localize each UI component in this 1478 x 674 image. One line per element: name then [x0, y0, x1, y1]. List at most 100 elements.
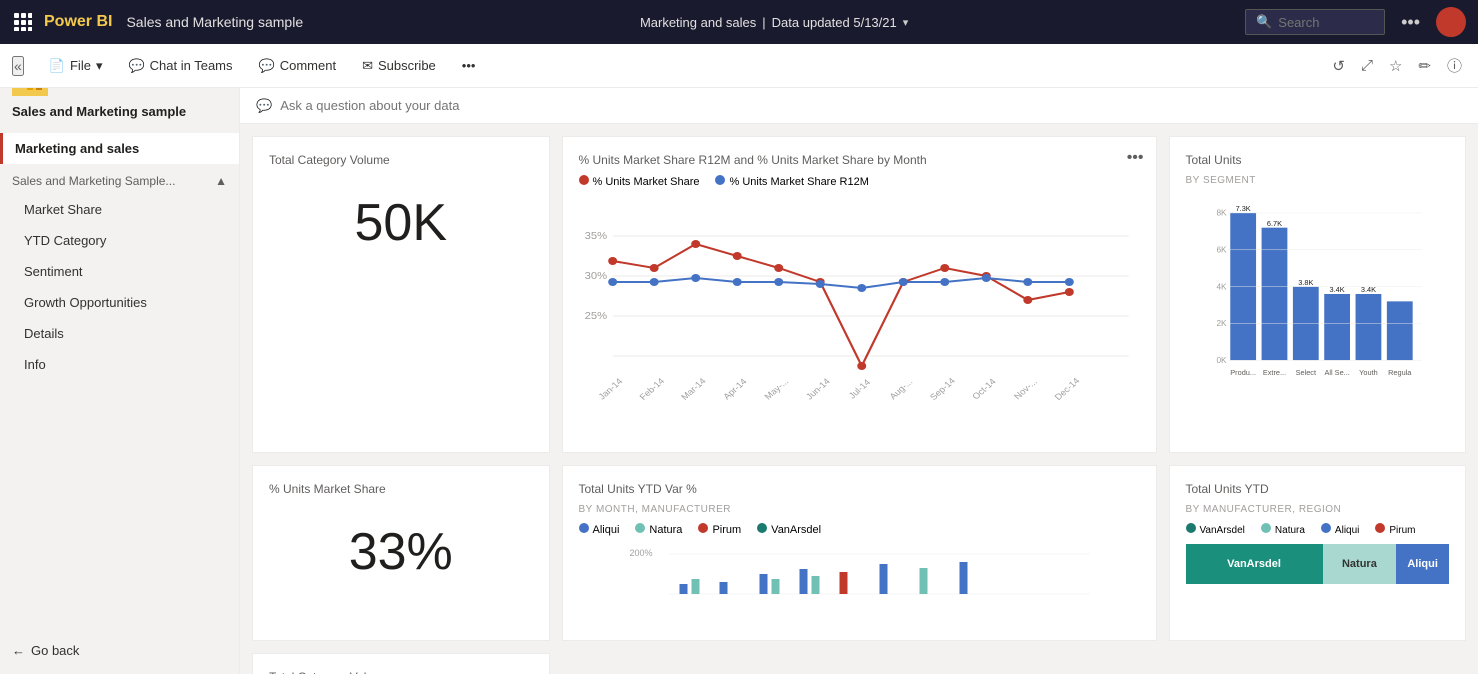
svg-text:Regula: Regula — [1388, 368, 1412, 377]
chart-legend: % Units Market Share % Units Market Shar… — [579, 175, 1140, 188]
legend-pirum-2: Pirum — [1375, 523, 1415, 536]
sidebar-item-details[interactable]: Details — [0, 318, 239, 349]
svg-text:3.8K: 3.8K — [1298, 278, 1313, 287]
chevron-down-icon[interactable]: ▾ — [903, 16, 909, 29]
ytd-subtitle: BY MANUFACTURER, REGION — [1186, 504, 1450, 515]
legend-pirum: Pirum — [698, 523, 741, 536]
ytd-var-title: Total Units YTD Var % — [579, 482, 1140, 496]
chart-title: % Units Market Share R12M and % Units Ma… — [579, 153, 1140, 167]
svg-text:200%: 200% — [629, 548, 652, 558]
svg-text:Jul-14: Jul-14 — [846, 378, 872, 401]
qa-input[interactable] — [280, 98, 1462, 113]
waffle-menu[interactable] — [12, 11, 34, 33]
file-icon: 📄 — [49, 58, 65, 74]
chat-in-teams-button[interactable]: 💬 Chat in Teams — [119, 53, 241, 79]
legend-vanarsdel: VanArsdel — [757, 523, 821, 536]
line-chart-container: 35% 30% 25% — [579, 196, 1140, 436]
refresh-button[interactable]: ↺ — [1328, 53, 1349, 79]
svg-text:6.7K: 6.7K — [1266, 219, 1281, 228]
treemap-vanarsdel: VanArsdel — [1186, 544, 1323, 584]
search-box[interactable]: 🔍 — [1245, 9, 1385, 35]
svg-text:30%: 30% — [584, 271, 607, 282]
search-input[interactable] — [1278, 15, 1378, 30]
fullscreen-button[interactable]: ⤢ — [1357, 53, 1377, 78]
sidebar-item-info[interactable]: Info — [0, 349, 239, 380]
search-icon: 🔍 — [1256, 14, 1272, 30]
more-options-button[interactable]: ••• — [1401, 12, 1420, 33]
ums-value: 33% — [269, 512, 533, 592]
toolbar: « 📄 File ▾ 💬 Chat in Teams 💬 Comment ✉ S… — [0, 44, 1478, 88]
ytd-title: Total Units YTD — [1186, 482, 1450, 496]
bar-chart-container: 8K 6K 4K 2K 0K 7.3K Produ... 6.7K Extre.… — [1186, 194, 1450, 394]
svg-text:Sep-14: Sep-14 — [927, 376, 956, 402]
sidebar-item-ytd-category[interactable]: YTD Category — [0, 225, 239, 256]
svg-text:Jun-14: Jun-14 — [803, 377, 831, 402]
units-ytd-var-card: Total Units YTD Var % BY MONTH, MANUFACT… — [562, 465, 1157, 641]
top-nav: Power BI Sales and Marketing sample Mark… — [0, 0, 1478, 44]
treemap-natura: Natura — [1323, 544, 1397, 584]
active-page-item[interactable]: Marketing and sales — [0, 133, 239, 164]
svg-text:Produ...: Produ... — [1230, 368, 1256, 377]
main-content: Total Category Volume 50K % Units Market… — [240, 124, 1478, 674]
arrow-left-icon: ← — [12, 643, 25, 658]
ytd-var-svg: 200% — [579, 544, 1140, 634]
svg-text:Nov-...: Nov-... — [1011, 377, 1038, 401]
sidebar-item-market-share[interactable]: Market Share — [0, 194, 239, 225]
qa-icon: 💬 — [256, 98, 272, 114]
legend-natura: Natura — [635, 523, 682, 536]
total-units-ytd-card: Total Units YTD BY MANUFACTURER, REGION … — [1169, 465, 1467, 641]
market-share-chart-card: % Units Market Share R12M and % Units Ma… — [562, 136, 1157, 453]
svg-text:Youth: Youth — [1359, 368, 1378, 377]
legend-aliqui: Aliqui — [579, 523, 620, 536]
edit-button[interactable]: ✏ — [1414, 53, 1435, 79]
avatar[interactable] — [1436, 7, 1466, 37]
svg-text:Aug-...: Aug-... — [887, 377, 914, 401]
svg-text:Extre...: Extre... — [1262, 368, 1285, 377]
tcv2-title: Total Category Volume — [269, 670, 533, 674]
more-toolbar-button[interactable]: ••• — [453, 53, 485, 78]
total-category-volume-2-card: Total Category Volume 16K — [252, 653, 550, 674]
legend-vanarsdel-2: VanArsdel — [1186, 523, 1245, 536]
chart-more-icon[interactable]: ••• — [1127, 149, 1144, 167]
units-market-share-card: % Units Market Share 33% — [252, 465, 550, 641]
svg-text:35%: 35% — [584, 231, 607, 242]
svg-text:7.3K: 7.3K — [1235, 204, 1250, 213]
section-header[interactable]: Sales and Marketing Sample... ▲ — [0, 164, 239, 194]
ytd-var-subtitle: BY MONTH, MANUFACTURER — [579, 504, 1140, 515]
qa-bar: 💬 — [240, 88, 1478, 124]
info-button[interactable]: ⓘ — [1443, 51, 1466, 80]
sidebar-item-sentiment[interactable]: Sentiment — [0, 256, 239, 287]
ytd-legend: Aliqui Natura Pirum VanArsdel — [579, 523, 1140, 536]
svg-text:0K: 0K — [1216, 355, 1227, 365]
report-name: Sales and Marketing sample — [126, 14, 303, 30]
svg-text:Apr-14: Apr-14 — [721, 377, 749, 402]
svg-text:2K: 2K — [1216, 318, 1227, 328]
go-back-button[interactable]: ← Go back — [12, 643, 79, 658]
separator: | — [762, 15, 765, 30]
legend-natura-2: Natura — [1261, 523, 1305, 536]
svg-text:8K: 8K — [1216, 208, 1227, 218]
bookmark-button[interactable]: ☆ — [1385, 53, 1406, 79]
svg-text:All Se...: All Se... — [1324, 368, 1349, 377]
comment-button[interactable]: 💬 Comment — [250, 53, 346, 79]
small-bar-chart: 200% — [579, 544, 1140, 624]
total-category-volume-card: Total Category Volume 50K — [252, 136, 550, 453]
svg-text:Mar-14: Mar-14 — [679, 376, 708, 402]
teams-icon: 💬 — [128, 58, 144, 74]
line-chart-svg: 35% 30% 25% — [579, 196, 1140, 416]
file-chevron-icon: ▾ — [96, 58, 103, 74]
tcv-value: 50K — [269, 183, 533, 263]
svg-text:4K: 4K — [1216, 281, 1227, 291]
more-icon: ••• — [462, 58, 476, 73]
subscribe-button[interactable]: ✉ Subscribe — [353, 53, 445, 79]
subscribe-icon: ✉ — [362, 58, 373, 74]
file-button[interactable]: 📄 File ▾ — [40, 53, 112, 79]
collapse-sidebar-button[interactable]: « — [12, 56, 24, 76]
sidebar-item-growth-opportunities[interactable]: Growth Opportunities — [0, 287, 239, 318]
svg-text:Select: Select — [1295, 368, 1315, 377]
ytd-treemap-legend: VanArsdel Natura Aliqui Pirum — [1186, 523, 1450, 536]
brand-name: Power BI — [44, 13, 112, 31]
right-toolbar-actions: ↺ ⤢ ☆ ✏ ⓘ — [1328, 51, 1466, 80]
legend-aliqui-2: Aliqui — [1321, 523, 1359, 536]
treemap-aliqui: Aliqui — [1396, 544, 1449, 584]
